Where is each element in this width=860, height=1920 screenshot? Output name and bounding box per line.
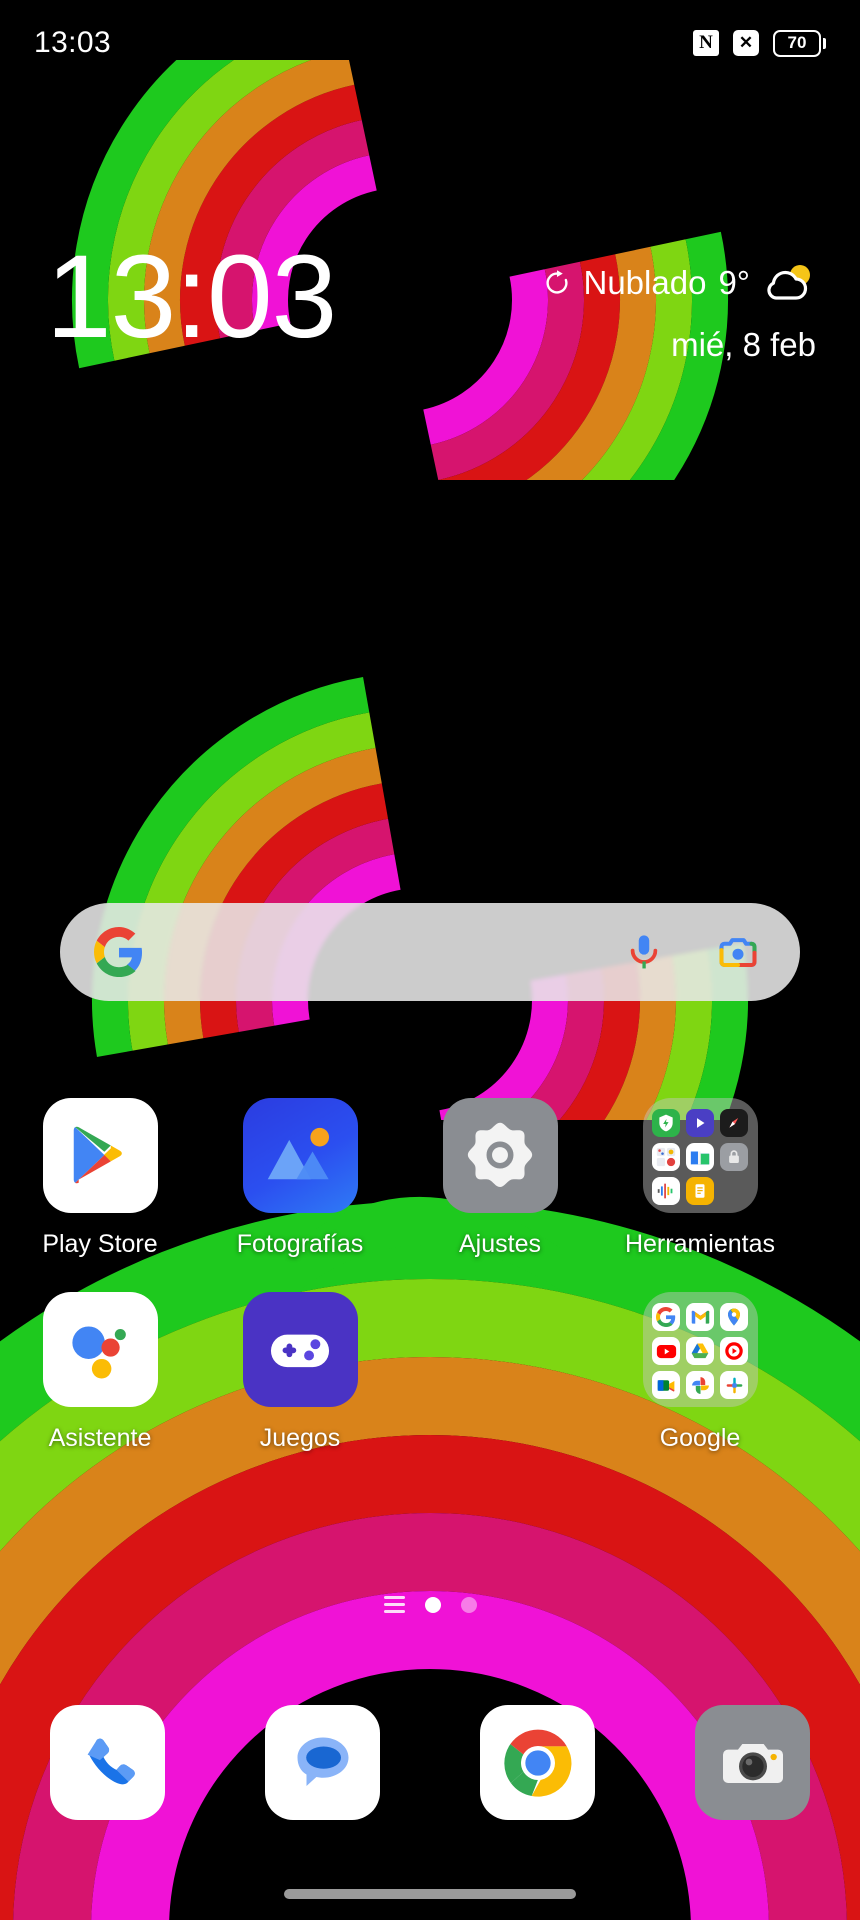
google-search-icon: [652, 1303, 680, 1331]
home-screen: 13:03 N ✕ 70 13:03 Nublado 9° mié, 8 feb…: [0, 0, 860, 1920]
settings-gear-icon[interactable]: [442, 1098, 558, 1213]
cloud-sun-icon: [762, 262, 816, 304]
camera-icon[interactable]: [695, 1705, 810, 1820]
chat-icon: [720, 1371, 748, 1399]
messages-icon[interactable]: [265, 1705, 380, 1820]
google-search-bar[interactable]: [60, 903, 800, 1001]
refresh-icon[interactable]: [542, 268, 572, 298]
no-sim-icon: ✕: [733, 30, 759, 56]
dock-app-phone[interactable]: [0, 1705, 215, 1837]
app-label: Ajustes: [459, 1230, 541, 1258]
page-dot-2[interactable]: [460, 1596, 477, 1613]
gmail-icon: [686, 1303, 714, 1331]
photos-icon: [686, 1371, 714, 1399]
weather-condition: Nublado: [583, 264, 707, 301]
google-lens-camera-icon[interactable]: [710, 924, 766, 980]
dock-app-camera[interactable]: [645, 1705, 860, 1837]
app-label: Google: [659, 1424, 741, 1452]
battery-level-text: 70: [773, 29, 821, 57]
app-label: Juegos: [259, 1424, 341, 1452]
weather-temperature: 9°: [718, 264, 750, 301]
app-juegos[interactable]: Juegos: [200, 1292, 400, 1453]
app-asistente[interactable]: Asistente: [0, 1292, 200, 1453]
status-bar[interactable]: 13:03 N ✕ 70: [0, 0, 860, 86]
app-row: Asistente Juegos Google: [0, 1292, 860, 1453]
clock-widget-time[interactable]: 13:03: [46, 238, 337, 356]
app-play-store[interactable]: Play Store: [0, 1098, 200, 1259]
nfc-icon: N: [693, 30, 719, 56]
themes-icon: [652, 1143, 680, 1171]
app-label: Herramientas: [624, 1230, 776, 1258]
meet-icon: [652, 1371, 680, 1399]
status-bar-icons: N ✕ 70: [693, 29, 826, 57]
youtube-music-icon: [720, 1337, 748, 1365]
youtube-icon: [652, 1337, 680, 1365]
google-g-icon: [94, 927, 144, 977]
battery-indicator: 70: [773, 29, 826, 57]
folder-google[interactable]: Google: [600, 1292, 800, 1453]
tools-folder-icon[interactable]: [642, 1098, 758, 1213]
dock: [0, 1705, 860, 1837]
browser-compass-icon: [720, 1109, 748, 1137]
weather-widget-date: mié, 8 feb: [671, 326, 816, 363]
drive-icon: [686, 1337, 714, 1365]
page-indicator[interactable]: [0, 1596, 860, 1613]
chrome-icon[interactable]: [480, 1705, 595, 1820]
games-gamepad-icon[interactable]: [242, 1292, 358, 1407]
dock-app-messages[interactable]: [215, 1705, 430, 1837]
page-dot-1[interactable]: [424, 1596, 441, 1613]
clock-weather-widget[interactable]: 13:03 Nublado 9° mié, 8 feb: [0, 238, 860, 420]
file-manager-icon: [686, 1143, 714, 1171]
app-label: Fotografías: [236, 1230, 364, 1258]
app-grid-row-1: Play Store Fotografías Ajustes Herramien…: [0, 1098, 860, 1259]
maps-icon: [720, 1303, 748, 1331]
app-label: Play Store: [42, 1230, 158, 1258]
recorder-icon: [652, 1177, 680, 1205]
app-fotografias[interactable]: Fotografías: [200, 1098, 400, 1259]
home-gesture-pill[interactable]: [284, 1889, 576, 1899]
app-row: Play Store Fotografías Ajustes Herramien…: [0, 1098, 860, 1259]
folder-herramientas[interactable]: Herramientas: [600, 1098, 800, 1259]
google-photos-icon[interactable]: [242, 1098, 358, 1213]
app-label: Asistente: [48, 1424, 152, 1452]
app-ajustes[interactable]: Ajustes: [400, 1098, 600, 1259]
google-folder-icon[interactable]: [642, 1292, 758, 1407]
phone-icon[interactable]: [50, 1705, 165, 1820]
status-bar-clock: 13:03: [34, 26, 112, 59]
app-lock-icon: [720, 1143, 748, 1171]
weather-widget[interactable]: Nublado 9° mié, 8 feb: [542, 262, 816, 364]
microphone-icon[interactable]: [616, 924, 672, 980]
play-store-icon[interactable]: [42, 1098, 158, 1213]
notes-icon: [686, 1177, 714, 1205]
dock-app-chrome[interactable]: [430, 1705, 645, 1837]
app-list-icon[interactable]: [383, 1596, 405, 1613]
google-assistant-icon[interactable]: [42, 1292, 158, 1407]
battery-cap: [822, 37, 826, 49]
app-grid-row-2: Asistente Juegos Google: [0, 1292, 860, 1453]
security-shield-icon: [652, 1109, 680, 1137]
video-player-icon: [686, 1109, 714, 1137]
